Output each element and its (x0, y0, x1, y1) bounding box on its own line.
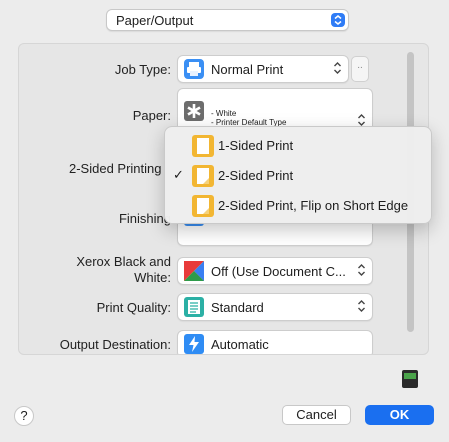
finishing-select[interactable] (177, 222, 373, 246)
menu-item-label: 2-Sided Print (218, 168, 294, 183)
xerox-bw-label-line-1: Xerox Black and (76, 254, 171, 269)
checkmark-icon: ✓ (173, 167, 184, 182)
job-type-label: Job Type: (114, 62, 171, 77)
finishing-label: Finishing (118, 211, 171, 226)
cancel-button[interactable]: Cancel (282, 405, 351, 425)
menu-item-label: 1-Sided Print (218, 138, 294, 153)
xerox-bw-select[interactable]: Off (Use Document C... (177, 257, 373, 285)
paper-line-1: - White (211, 109, 237, 118)
chevron-updown-icon (331, 13, 345, 27)
job-type-select[interactable]: Normal Print (177, 55, 349, 83)
xerox-bw-label: Xerox Black and White: (59, 254, 171, 286)
double-page-flip-icon (192, 195, 214, 217)
output-destination-label: Output Destination: (59, 337, 171, 352)
output-destination-select[interactable]: Automatic (177, 330, 373, 354)
printer-icon (184, 59, 204, 79)
paper-label: Paper: (132, 108, 171, 123)
double-page-icon (192, 165, 214, 187)
job-type-more-button[interactable]: .. (351, 56, 369, 82)
asterisk-icon (184, 101, 204, 121)
supply-level-icon[interactable] (402, 370, 418, 388)
paper-select[interactable]: - White - Printer Default Type (177, 88, 373, 128)
output-destination-value: Automatic (211, 337, 269, 352)
xerox-bw-value: Off (Use Document C... (211, 264, 346, 279)
lightning-icon (184, 334, 204, 354)
print-quality-select[interactable]: Standard (177, 293, 373, 321)
color-palette-icon (184, 261, 204, 281)
menu-item-1-sided[interactable]: 1-Sided Print (165, 132, 433, 160)
menu-item-label: 2-Sided Print, Flip on Short Edge (218, 198, 409, 213)
document-lines-icon (184, 297, 204, 317)
two-sided-label: 2-Sided Printing (69, 161, 162, 176)
job-type-value: Normal Print (211, 62, 284, 77)
print-quality-label: Print Quality: (96, 300, 171, 315)
two-sided-menu: 1-Sided Print ✓ 2-Sided Print 2-Sided Pr… (164, 126, 432, 224)
chevron-updown-icon (356, 113, 367, 127)
menu-item-2-sided-short-edge[interactable]: 2-Sided Print, Flip on Short Edge (165, 192, 433, 220)
xerox-bw-label-line-2: White: (134, 270, 171, 285)
section-select-label: Paper/Output (116, 13, 194, 28)
chevron-updown-icon (332, 61, 343, 75)
section-select[interactable]: Paper/Output (106, 9, 349, 31)
chevron-updown-icon (356, 299, 367, 313)
chevron-updown-icon (356, 263, 367, 277)
single-page-icon (192, 135, 214, 157)
ok-button[interactable]: OK (365, 405, 434, 425)
print-quality-value: Standard (211, 300, 264, 315)
help-button[interactable]: ? (14, 406, 34, 426)
menu-item-2-sided[interactable]: ✓ 2-Sided Print (165, 162, 433, 190)
